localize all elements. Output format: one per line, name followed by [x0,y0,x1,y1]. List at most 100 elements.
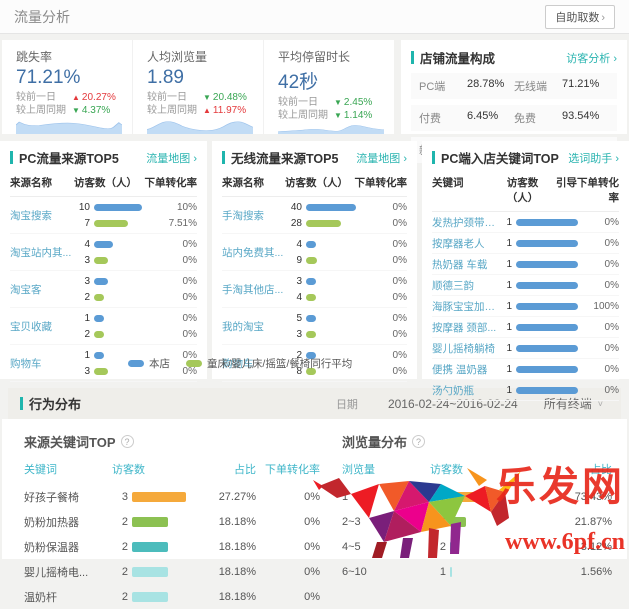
pc-keywords-panel: PC端入店关键词TOP 选词助手 › 关键词访客数（人）引导下单转化率 发热护颈… [422,141,629,379]
sources-row: PC流量来源TOP5 流量地图 › 来源名称访客数（人）下单转化率 淘宝搜索10… [0,141,629,379]
visitor-count: 14 [430,516,446,528]
help-icon[interactable]: ? [412,435,425,448]
keyword-name[interactable]: 按摩器 颈部... [432,320,498,335]
share-percent: 3.12% [550,541,612,553]
visitor-bar [132,492,186,502]
compare-label: 较上周同期 [147,104,203,117]
source-name[interactable]: 站内免费其... [222,245,284,260]
compare-label: 较前一日 [147,91,203,104]
visitor-bar [450,492,504,502]
overview-row: 跳失率71.21%较前一日▲20.27%较上周同期▼4.37%人均浏览量1.89… [0,34,629,134]
keyword-name[interactable]: 汤勺奶瓶 [432,383,498,398]
conversion-rate: 10% [177,202,197,213]
visitor-count: 1 [498,301,512,312]
source-name[interactable]: 淘宝客 [10,282,72,297]
table-row: 婴儿摇椅电...218.18%0% [24,559,320,584]
metric-card-1: 跳失率71.21%较前一日▲20.27%较上周同期▼4.37% [2,40,133,134]
keyword-name[interactable]: 顺德三韵 [432,278,498,293]
source-name[interactable]: 淘宝站内其... [10,245,72,260]
conversion-rate: 0% [393,350,407,361]
keyword-name[interactable]: 按摩器老人 [432,236,498,251]
visitor-bar [132,592,168,602]
self-service-data-button[interactable]: 自助取数› [545,5,615,29]
keyword-name: 奶粉加热器 [24,514,112,530]
pc-sources-table: 淘宝搜索1010%77.51%淘宝站内其...40%30%淘宝客30%20%宝贝… [10,197,197,382]
composition-value: 6.45% [467,110,498,126]
shop-bar [94,204,142,211]
compare-label: 较上周同期 [278,109,334,122]
table-row: 好孩子餐椅327.27%0% [24,484,320,509]
compare-value: 1.14% [344,109,372,122]
traffic-map-link[interactable]: 流量地图 › [146,150,197,166]
arrow-down-icon: ▼ [334,109,342,122]
chevron-right-icon: › [403,153,407,165]
table-row: 奶粉加热器218.18%0% [24,509,320,534]
compare-value: 2.45% [344,96,372,109]
source-name[interactable]: 手淘其他店... [222,282,284,297]
visitor-count: 2 [72,292,90,303]
source-name[interactable]: 宝贝收藏 [10,319,72,334]
visitor-count: 2 [112,541,128,553]
composition-cell: 无线端71.21% [514,78,609,94]
arrow-up-icon: ▲ [72,91,80,104]
chevron-right-icon: › [193,153,197,165]
visitor-count: 10 [72,202,90,213]
conversion-rate: 0% [393,255,407,266]
visitor-analysis-link[interactable]: 访客分析 › [566,50,617,66]
visitor-count: 1 [498,259,512,270]
visitor-count: 3 [284,276,302,287]
visitor-count: 9 [284,255,302,266]
source-row: 我的淘宝50%30% [222,308,407,345]
keyword-bar [516,387,578,394]
keyword-name[interactable]: 海豚宝宝加大... [432,299,498,314]
visitor-count: 28 [284,218,302,229]
keyword-name[interactable]: 婴儿摇椅躺椅 [432,341,498,356]
conversion-rate: 0% [183,292,197,303]
source-name[interactable]: 我的淘宝 [222,319,284,334]
keyword-name: 婴儿摇椅电... [24,564,112,580]
keyword-row: 汤勺奶瓶10% [432,380,619,401]
composition-value: 93.54% [562,110,599,126]
keyword-name: 奶粉保温器 [24,539,112,555]
pc-sources-title: PC流量来源TOP5 [19,148,119,167]
wireless-sources-table: 手淘搜索400%280%站内免费其...40%90%手淘其他店...30%40%… [222,197,407,382]
guided-conversion-rate: 0% [605,385,619,396]
metric-compare-row: 较上周同期▲11.97% [147,104,253,117]
metric-card-3: 平均停留时长42秒较前一日▼2.45%较上周同期▼1.14% [264,40,394,134]
pageview-range: 4~5 [342,541,430,553]
table-row: 6~1011.56% [342,559,612,584]
visitor-count: 3 [72,255,90,266]
composition-value: 71.21% [562,78,599,94]
keyword-name[interactable]: 发热护颈带电... [432,215,498,230]
shop-bar [306,315,316,322]
shop-legend-label: 本店 [149,356,170,371]
share-percent: 18.18% [194,566,256,578]
keyword-name[interactable]: 热奶器 车载 [432,257,498,272]
help-icon[interactable]: ? [121,435,134,448]
keyword-bar [516,282,578,289]
pageview-distribution-title: 浏览量分布 [342,432,407,451]
guided-conversion-rate: 0% [605,259,619,270]
share-percent: 18.18% [194,541,256,553]
metric-label: 平均停留时长 [278,48,384,65]
keyword-bar [516,219,578,226]
shop-legend-swatch [128,360,144,367]
word-helper-link[interactable]: 选词助手 › [568,150,619,166]
traffic-map-link[interactable]: 流量地图 › [356,150,407,166]
metric-compare-row: 较前一日▼20.48% [147,91,253,104]
pageview-header: 浏览量 访客数 占比 [342,451,612,484]
source-name[interactable]: 手淘搜索 [222,208,284,223]
visitor-count: 2 [430,541,446,553]
metric-compare-row: 较前一日▼2.45% [278,96,384,109]
source-name[interactable]: 淘宝搜索 [10,208,72,223]
visitor-count: 3 [72,276,90,287]
guided-conversion-rate: 0% [605,238,619,249]
compare-value: 11.97% [213,104,246,117]
conversion-rate: 0% [393,366,407,377]
guided-conversion-rate: 100% [593,301,619,312]
conversion-rate: 0% [393,276,407,287]
source-name[interactable]: 购物车 [10,356,72,371]
accent-bar [222,151,225,164]
keyword-name[interactable]: 便携 温奶器 [432,362,498,377]
share-percent: 21.87% [550,516,612,528]
